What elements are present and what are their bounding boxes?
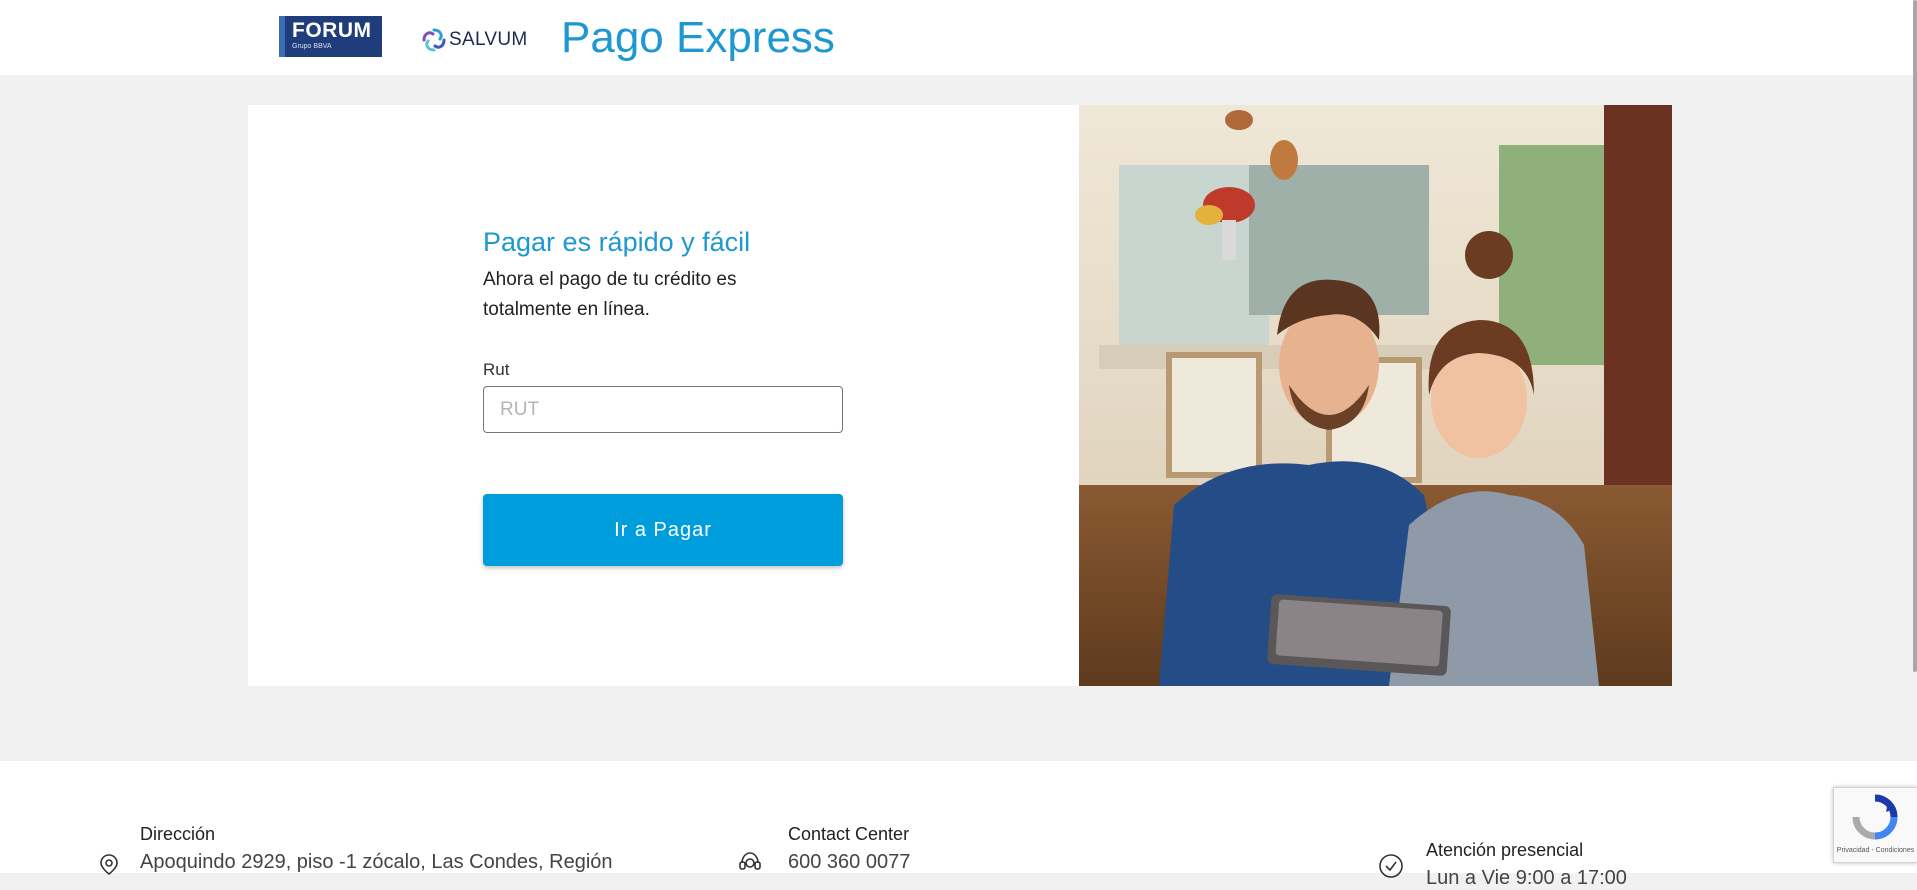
location-pin-icon: [100, 854, 118, 875]
contact-value: 600 360 0077: [788, 851, 911, 873]
address-label: Dirección: [140, 824, 216, 844]
pay-button[interactable]: Ir a Pagar: [483, 494, 843, 566]
salvum-swirl-icon: [422, 28, 446, 52]
headset-icon: [739, 852, 761, 870]
salvum-logo[interactable]: SALVUM: [421, 27, 531, 53]
site-header: FORUM Grupo BBVA SALVUM Pago Express: [0, 0, 1917, 75]
recaptcha-badge[interactable]: Privacidad - Condiciones: [1833, 787, 1917, 863]
recaptcha-icon: [1852, 794, 1898, 840]
forum-logo-name: FORUM: [292, 19, 372, 42]
site-footer: Dirección Apoquindo 2929, piso -1 zócalo…: [0, 761, 1917, 889]
form-description: Ahora el pago de tu crédito es totalment…: [483, 269, 737, 320]
salvum-logo-name: SALVUM: [449, 29, 528, 50]
attention-value: Lun a Vie 9:00 a 17:00: [1426, 867, 1627, 889]
rut-input[interactable]: [483, 386, 843, 433]
forum-logo-tagline: Grupo BBVA: [292, 43, 332, 50]
form-title: Pagar es rápido y fácil: [483, 227, 751, 257]
page-title: Pago Express: [561, 13, 835, 62]
clock-icon: [1379, 854, 1403, 878]
forum-logo[interactable]: FORUM Grupo BBVA: [279, 16, 382, 57]
rut-label: Rut: [483, 360, 510, 379]
hero-photo: [1079, 105, 1672, 686]
attention-label: Atención presencial: [1426, 840, 1584, 860]
payment-card: Pagar es rápido y fácil Ahora el pago de…: [248, 105, 1672, 686]
recaptcha-caption[interactable]: Privacidad - Condiciones: [1834, 846, 1917, 855]
address-value: Apoquindo 2929, piso -1 zócalo, Las Cond…: [140, 851, 613, 873]
page-scrollbar[interactable]: [1913, 0, 1917, 672]
contact-label: Contact Center: [788, 824, 910, 844]
